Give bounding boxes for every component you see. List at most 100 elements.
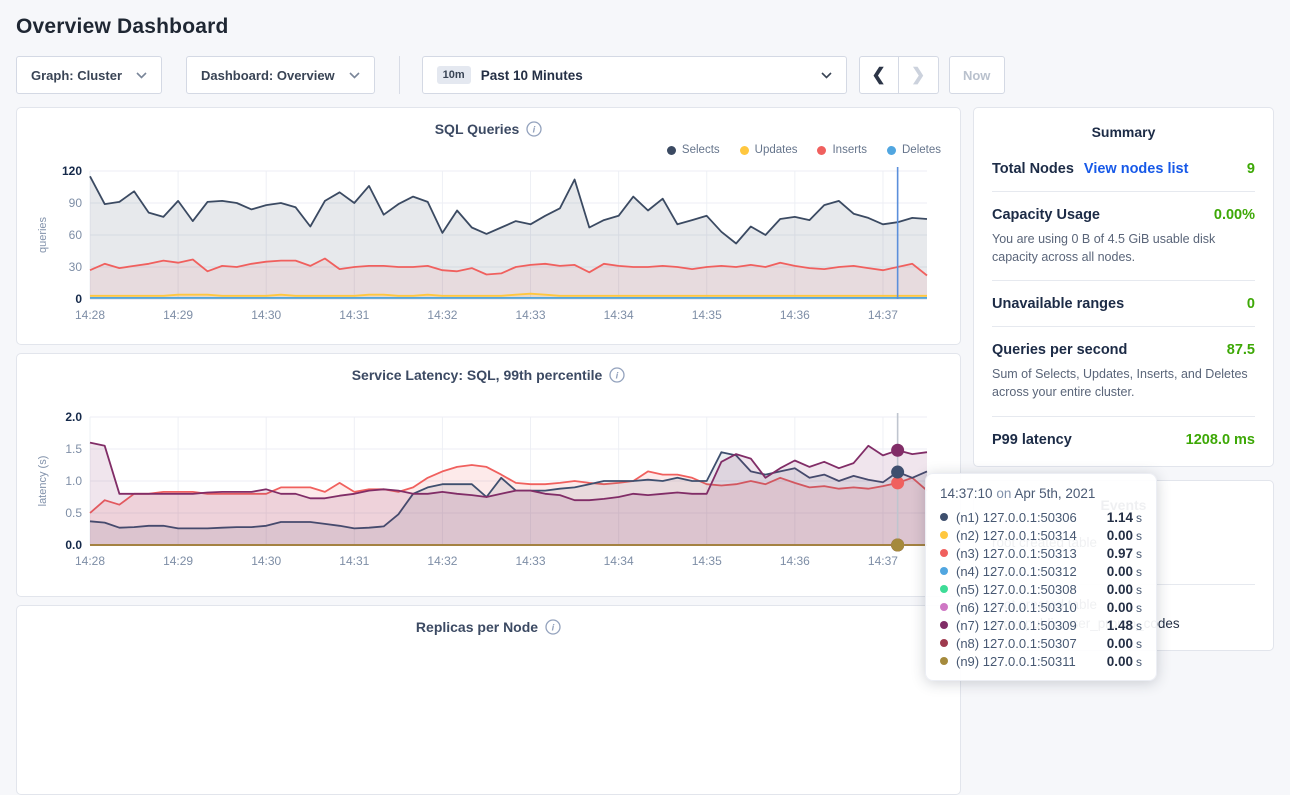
svg-text:i: i [533, 125, 536, 136]
tooltip-row: (n1) 127.0.0.1:503061.14s [940, 508, 1142, 526]
series-dot [940, 603, 948, 611]
svg-text:120: 120 [62, 164, 82, 178]
tooltip-node-label: (n2) 127.0.0.1:50314 [956, 528, 1077, 543]
svg-text:14:29: 14:29 [163, 308, 193, 322]
tooltip-unit: s [1136, 565, 1142, 579]
chevron-down-icon [349, 72, 360, 79]
service-latency-sql-99th-percentile-chart[interactable]: 0.00.51.01.52.014:2814:2914:3014:3114:32… [32, 407, 945, 575]
summary-label: Unavailable ranges [992, 296, 1124, 312]
summary-label: Total Nodes [992, 161, 1074, 177]
svg-text:14:29: 14:29 [163, 554, 193, 568]
tooltip-row: (n9) 127.0.0.1:50311 0.00s [940, 652, 1142, 670]
chart-card-1: Service Latency: SQL, 99th percentilei0.… [16, 353, 961, 597]
summary-row-total-nodes: Total NodesView nodes list9 [992, 146, 1255, 191]
legend-dot [667, 146, 676, 155]
tooltip-node-value: 0.00s [1107, 528, 1142, 543]
svg-text:latency (s): latency (s) [37, 456, 49, 507]
legend-item-selects[interactable]: Selects [667, 144, 720, 156]
view-nodes-list-link[interactable]: View nodes list [1084, 161, 1189, 177]
svg-text:queries: queries [37, 216, 49, 253]
graph-scope-dropdown[interactable]: Graph: Cluster [16, 56, 162, 94]
svg-text:14:32: 14:32 [427, 308, 457, 322]
svg-text:2.0: 2.0 [65, 410, 82, 424]
tooltip-unit: s [1136, 637, 1142, 651]
svg-text:60: 60 [69, 228, 83, 242]
chart-legend [32, 639, 941, 657]
sql-queries-chart[interactable]: 030609012014:2814:2914:3014:3114:3214:33… [32, 161, 945, 329]
summary-row-top: Queries per second87.5 [992, 342, 1255, 358]
summary-row-queries-per-second: Queries per second87.5 Sum of Selects, Up… [992, 326, 1255, 415]
info-icon[interactable]: i [609, 367, 625, 383]
tooltip-node-value: 0.00s [1107, 600, 1142, 615]
svg-text:14:36: 14:36 [780, 554, 810, 568]
controls-divider [399, 56, 400, 94]
series-dot [940, 639, 948, 647]
svg-text:14:28: 14:28 [75, 308, 105, 322]
svg-text:0: 0 [75, 292, 82, 306]
dashboard-dropdown[interactable]: Dashboard: Overview [186, 56, 375, 94]
time-prev-button[interactable]: ❮ [859, 56, 899, 94]
summary-value: 0.00% [1214, 207, 1255, 223]
summary-desc: Sum of Selects, Updates, Inserts, and De… [992, 365, 1255, 401]
svg-text:14:36: 14:36 [780, 308, 810, 322]
tooltip-node-label: (n7) 127.0.0.1:50309 [956, 618, 1077, 633]
svg-text:14:32: 14:32 [427, 554, 457, 568]
summary-label: P99 latency [992, 432, 1072, 448]
charts-column: SQL Queries i Selects Updates Inserts Deletes… [16, 107, 961, 795]
now-button[interactable]: Now [949, 56, 1005, 94]
legend-item-deletes[interactable]: Deletes [887, 144, 941, 156]
chart-title-text: SQL Queries [435, 121, 520, 137]
summary-value: 0 [1247, 296, 1255, 312]
tooltip-node-value: 1.48s [1107, 618, 1142, 633]
tooltip-node-label: (n3) 127.0.0.1:50313 [956, 546, 1077, 561]
series-dot [940, 513, 948, 521]
summary-row-unavailable-ranges: Unavailable ranges 0 [992, 280, 1255, 326]
time-arrows: ❮ ❯ [859, 56, 939, 94]
summary-value: 87.5 [1227, 342, 1255, 358]
tooltip-row: (n4) 127.0.0.1:503120.00s [940, 562, 1142, 580]
chart-legend [32, 387, 941, 405]
page-title: Overview Dashboard [16, 0, 1274, 39]
tooltip-unit: s [1136, 655, 1142, 669]
summary-row-top: Capacity Usage0.00% [992, 207, 1255, 223]
tooltip-node-label: (n9) 127.0.0.1:50311 [956, 654, 1076, 669]
svg-text:14:30: 14:30 [251, 554, 281, 568]
chart-title: Replicas per Nodei [32, 619, 945, 635]
svg-text:1.0: 1.0 [65, 474, 82, 488]
time-range-dropdown[interactable]: 10m Past 10 Minutes [422, 56, 847, 94]
legend-item-inserts[interactable]: Inserts [817, 144, 867, 156]
svg-text:14:37: 14:37 [868, 554, 898, 568]
summary-desc: You are using 0 B of 4.5 GiB usable disk… [992, 230, 1255, 266]
tooltip-unit: s [1136, 583, 1142, 597]
tooltip-unit: s [1136, 547, 1142, 561]
legend-dot [887, 146, 896, 155]
tooltip-node-value: 0.00s [1107, 564, 1142, 579]
info-icon[interactable]: i [526, 121, 542, 137]
tooltip-row: (n7) 127.0.0.1:50309 1.48s [940, 616, 1142, 634]
summary-row-top: P99 latency1208.0 ms [992, 432, 1255, 448]
tooltip-row: (n2) 127.0.0.1:50314 0.00s [940, 526, 1142, 544]
tooltip-node-label: (n8) 127.0.0.1:50307 [956, 636, 1077, 651]
tooltip-node-value: 0.00s [1107, 654, 1142, 669]
controls-bar: Graph: Cluster Dashboard: Overview 10m P… [16, 56, 1274, 94]
tooltip-node-label: (n1) 127.0.0.1:50306 [956, 510, 1077, 525]
legend-item-updates[interactable]: Updates [740, 144, 798, 156]
svg-text:14:31: 14:31 [339, 308, 369, 322]
info-icon[interactable]: i [545, 619, 561, 635]
tooltip-row: (n3) 127.0.0.1:503130.97s [940, 544, 1142, 562]
legend-dot [740, 146, 749, 155]
svg-text:14:31: 14:31 [339, 554, 369, 568]
tooltip-rows: (n1) 127.0.0.1:503061.14s(n2) 127.0.0.1:… [940, 508, 1142, 670]
chart-card-2: Replicas per Nodei [16, 605, 961, 795]
summary-panel: Summary Total NodesView nodes list9Capac… [973, 107, 1274, 467]
time-next-button[interactable]: ❯ [899, 56, 939, 94]
tooltip-timestamp: 14:37:10 on Apr 5th, 2021 [940, 486, 1142, 501]
svg-text:1.5: 1.5 [65, 442, 82, 456]
svg-text:14:33: 14:33 [516, 554, 546, 568]
summary-row-p99-latency: P99 latency1208.0 ms [992, 416, 1255, 462]
svg-text:i: i [616, 371, 619, 382]
dashboard-main: SQL Queries i Selects Updates Inserts Deletes… [16, 107, 1274, 795]
tooltip-row: (n8) 127.0.0.1:503070.00s [940, 634, 1142, 652]
dashboard-label: Dashboard: Overview [201, 68, 335, 83]
chart-title: Service Latency: SQL, 99th percentilei [32, 367, 945, 383]
